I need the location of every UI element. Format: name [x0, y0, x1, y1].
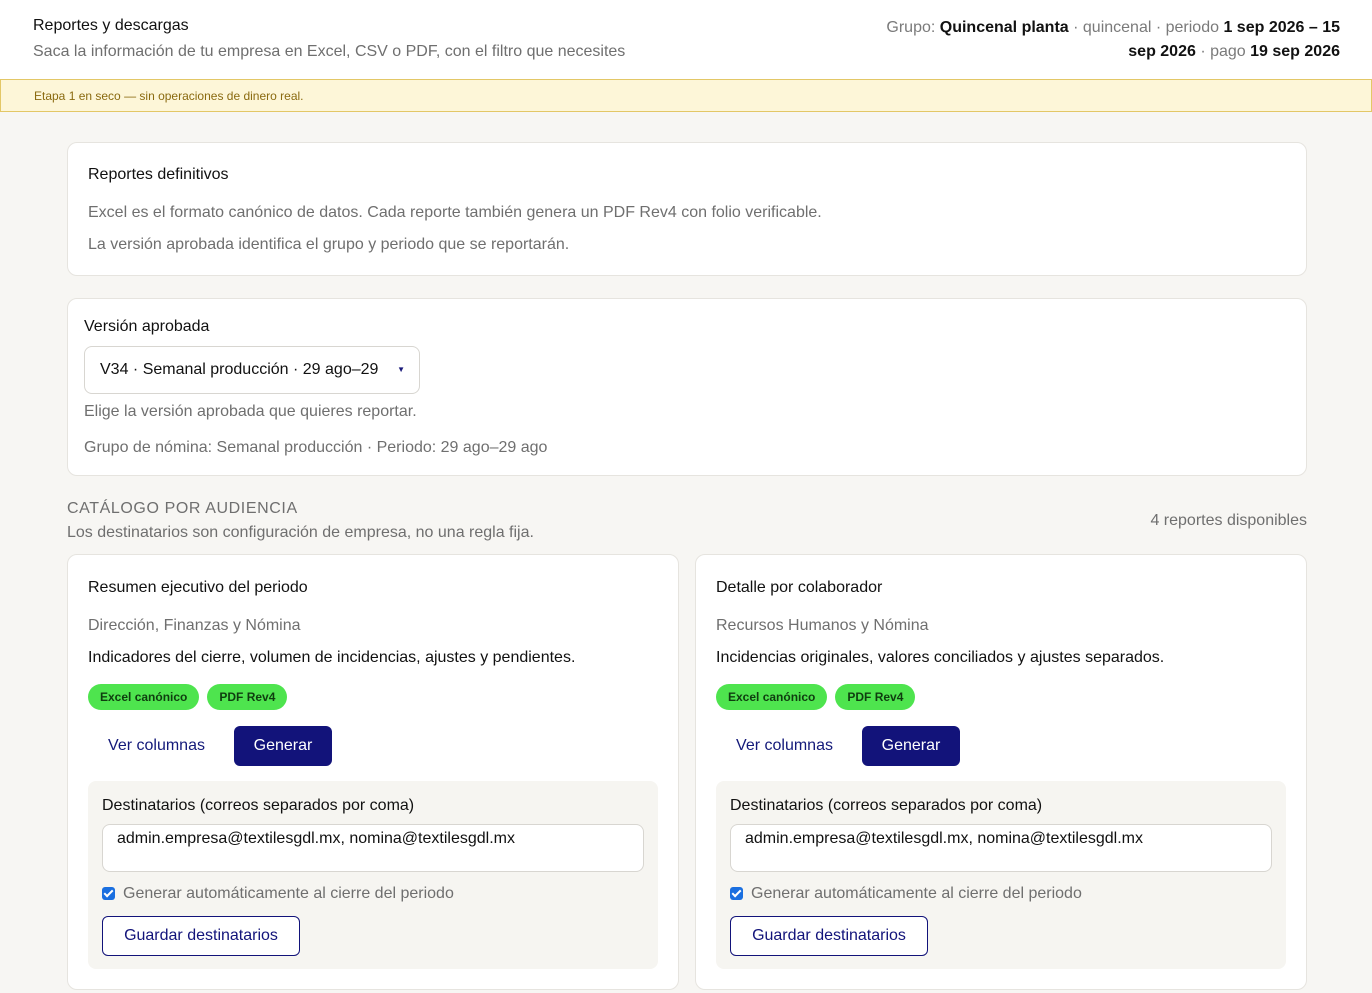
catalog-title: CATÁLOGO POR AUDIENCIA — [67, 500, 298, 517]
save-recipients-button[interactable]: Guardar destinatarios — [102, 916, 300, 956]
approved-version-help: Elige la versión aprobada que quieres re… — [84, 403, 417, 420]
approved-version-select[interactable]: V34 · Semanal producción · 29 ago–29 ▼ — [84, 346, 420, 394]
recipients-label: Destinatarios (correos separados por com… — [730, 797, 1043, 814]
page-title: Reportes y descargas — [33, 17, 189, 34]
pdf-tag: PDF Rev4 — [207, 684, 288, 710]
auto-generate-label: Generar automáticamente al cierre del pe… — [123, 885, 454, 902]
generate-button[interactable]: Generar — [862, 726, 960, 766]
report-card: Resumen ejecutivo del periodo Dirección,… — [67, 554, 679, 990]
recipients-input[interactable]: admin.empresa@textilesgdl.mx, nomina@tex… — [730, 824, 1272, 872]
auto-generate-label: Generar automáticamente al cierre del pe… — [751, 885, 1082, 902]
definitive-reports-card: Reportes definitivos Excel es el formato… — [67, 142, 1307, 276]
format-tags: Excel canónico PDF Rev4 — [716, 684, 916, 710]
report-card: Detalle por colaborador Recursos Humanos… — [695, 554, 1307, 990]
view-columns-button[interactable]: Ver columnas — [88, 726, 225, 766]
pay-label: · pago — [1195, 43, 1251, 60]
frequency-text: · quincenal · periodo — [1068, 19, 1224, 36]
approved-version-label: Versión aprobada — [84, 318, 210, 335]
group-name: Quincenal planta — [939, 19, 1069, 36]
report-name: Resumen ejecutivo del periodo — [88, 579, 308, 596]
save-recipients-button[interactable]: Guardar destinatarios — [730, 916, 928, 956]
view-columns-button[interactable]: Ver columnas — [716, 726, 853, 766]
recipients-label: Destinatarios (correos separados por com… — [102, 797, 415, 814]
catalog-count: 4 reportes disponibles — [1150, 512, 1307, 529]
approved-version-value: V34 · Semanal producción · 29 ago–29 — [100, 361, 379, 378]
approved-version-card: Versión aprobada V34 · Semanal producció… — [67, 298, 1307, 476]
group-label: Grupo: — [886, 19, 940, 36]
recipients-value: admin.empresa@textilesgdl.mx, nomina@tex… — [745, 830, 1143, 847]
page-header: Reportes y descargas Saca la información… — [0, 0, 1372, 79]
pdf-tag: PDF Rev4 — [835, 684, 916, 710]
excel-tag: Excel canónico — [716, 684, 828, 710]
banner-text: Etapa 1 en seco — sin operaciones de din… — [34, 89, 304, 103]
format-tags: Excel canónico PDF Rev4 — [88, 684, 288, 710]
report-audience: Dirección, Finanzas y Nómina — [88, 617, 301, 634]
recipients-panel: Destinatarios (correos separados por com… — [716, 781, 1286, 969]
auto-generate-checkbox[interactable] — [730, 887, 743, 900]
report-description: Incidencias originales, valores concilia… — [716, 649, 1165, 666]
approved-version-meta: Grupo de nómina: Semanal producción · Pe… — [84, 439, 548, 456]
report-description: Indicadores del cierre, volumen de incid… — [88, 649, 576, 666]
definitive-reports-title: Reportes definitivos — [88, 166, 229, 183]
generate-button[interactable]: Generar — [234, 726, 332, 766]
dry-run-banner: Etapa 1 en seco — sin operaciones de din… — [0, 79, 1372, 112]
auto-generate-checkbox[interactable] — [102, 887, 115, 900]
definitive-reports-note-2: La versión aprobada identifica el grupo … — [88, 236, 570, 253]
recipients-value: admin.empresa@textilesgdl.mx, nomina@tex… — [117, 830, 515, 847]
report-audience: Recursos Humanos y Nómina — [716, 617, 929, 634]
report-name: Detalle por colaborador — [716, 579, 883, 596]
recipients-panel: Destinatarios (correos separados por com… — [88, 781, 658, 969]
catalog-subtitle: Los destinatarios son configuración de e… — [67, 524, 534, 541]
pay-date: 19 sep 2026 — [1250, 43, 1340, 60]
page-subtitle: Saca la información de tu empresa en Exc… — [33, 43, 626, 60]
definitive-reports-note: Excel es el formato canónico de datos. C… — [88, 204, 822, 221]
excel-tag: Excel canónico — [88, 684, 200, 710]
recipients-input[interactable]: admin.empresa@textilesgdl.mx, nomina@tex… — [102, 824, 644, 872]
chevron-down-icon: ▼ — [397, 365, 405, 374]
payroll-context: Grupo: Quincenal planta · quincenal · pe… — [860, 16, 1340, 64]
